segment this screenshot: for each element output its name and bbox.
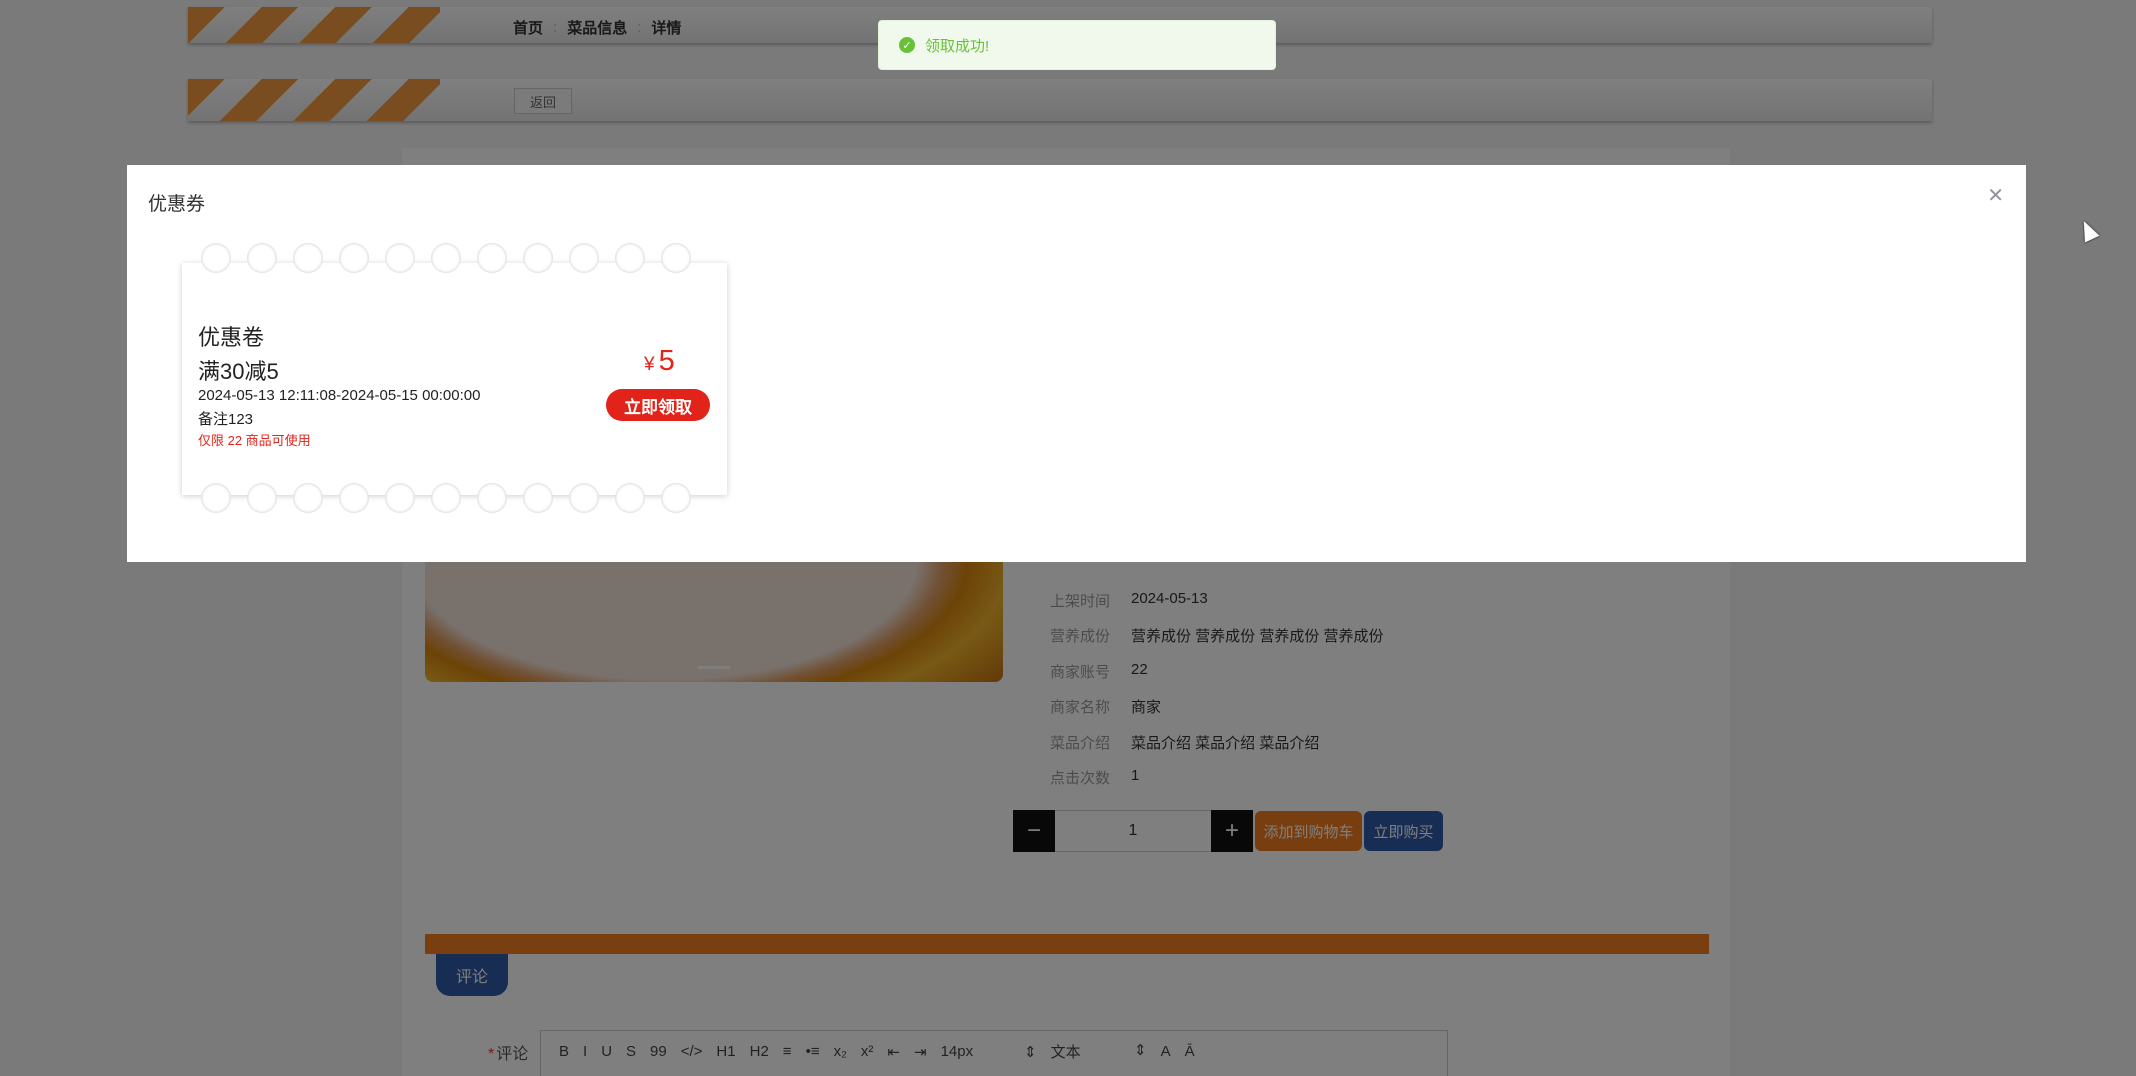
- check-circle-icon: ✓: [899, 37, 915, 53]
- dialog-title: 优惠券: [148, 194, 206, 215]
- coupon-name: 优惠卷: [198, 325, 265, 350]
- coupon-note: 备注123: [198, 411, 254, 428]
- coupon-limit: 仅限 22 商品可使用: [198, 433, 311, 448]
- coupon-dialog: 优惠券 ✕ 优惠卷 满30减5 2024-05-13 12:11:08-2024…: [127, 165, 2026, 562]
- coupon-perforation-top: [201, 243, 721, 273]
- coupon-amount: ¥5: [644, 345, 675, 378]
- toast-message: 领取成功!: [925, 37, 990, 55]
- close-icon[interactable]: ✕: [1987, 183, 2004, 208]
- coupon-rule: 满30减5: [198, 359, 279, 384]
- coupon-card: 优惠卷 满30减5 2024-05-13 12:11:08-2024-05-15…: [182, 243, 727, 513]
- coupon-amount-value: 5: [658, 345, 675, 377]
- currency-symbol: ¥: [644, 354, 655, 375]
- coupon-validity: 2024-05-13 12:11:08-2024-05-15 00:00:00: [198, 387, 481, 404]
- success-toast: ✓ 领取成功!: [878, 20, 1276, 70]
- claim-coupon-button[interactable]: 立即领取: [606, 389, 710, 421]
- coupon-perforation-bottom: [201, 483, 721, 513]
